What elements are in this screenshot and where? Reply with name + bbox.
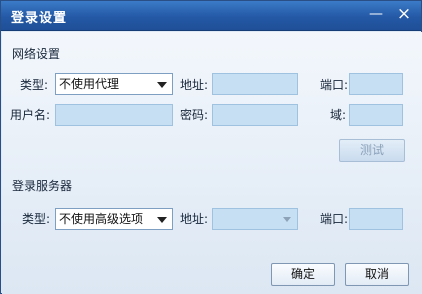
password-field[interactable] [212,104,298,126]
chevron-down-icon [157,82,167,88]
network-address-field[interactable] [212,73,298,95]
username-field[interactable] [55,104,173,126]
network-port-label: 端口: [320,78,349,92]
password-label: 密码: [180,108,209,122]
dialog-title: 登录设置 [11,11,68,26]
title-bar[interactable]: 登录设置 — × [1,1,421,31]
network-section-title: 网络设置 [12,47,61,61]
network-address-label: 地址: [180,78,209,92]
chevron-down-icon [283,217,291,222]
server-address-label: 地址: [180,212,209,226]
server-port-field[interactable] [349,208,403,230]
server-port-label: 端口: [320,212,349,226]
chevron-down-icon [157,217,167,223]
login-settings-dialog: 登录设置 — × 网络设置 类型: 不使用代理 地址: 端口: 用户名: 密码:… [0,0,422,294]
domain-field[interactable] [349,104,403,126]
network-type-label: 类型: [20,78,49,92]
server-section-title: 登录服务器 [12,179,73,193]
server-type-select[interactable]: 不使用高级选项 [55,208,173,230]
domain-label: 域: [330,108,347,122]
server-type-value: 不使用高级选项 [59,212,144,226]
close-icon[interactable]: × [393,4,415,24]
server-type-label: 类型: [22,212,51,226]
network-type-value: 不使用代理 [59,77,120,91]
minimize-icon[interactable]: — [365,4,387,24]
cancel-button[interactable]: 取消 [345,263,409,286]
username-label: 用户名: [10,108,51,122]
network-type-select[interactable]: 不使用代理 [55,73,173,95]
dialog-body: 网络设置 类型: 不使用代理 地址: 端口: 用户名: 密码: 域: 测试 登录… [2,32,422,294]
network-port-field[interactable] [349,73,403,95]
ok-button[interactable]: 确定 [271,263,335,286]
server-address-select[interactable] [212,208,298,230]
test-button[interactable]: 测试 [339,139,405,162]
